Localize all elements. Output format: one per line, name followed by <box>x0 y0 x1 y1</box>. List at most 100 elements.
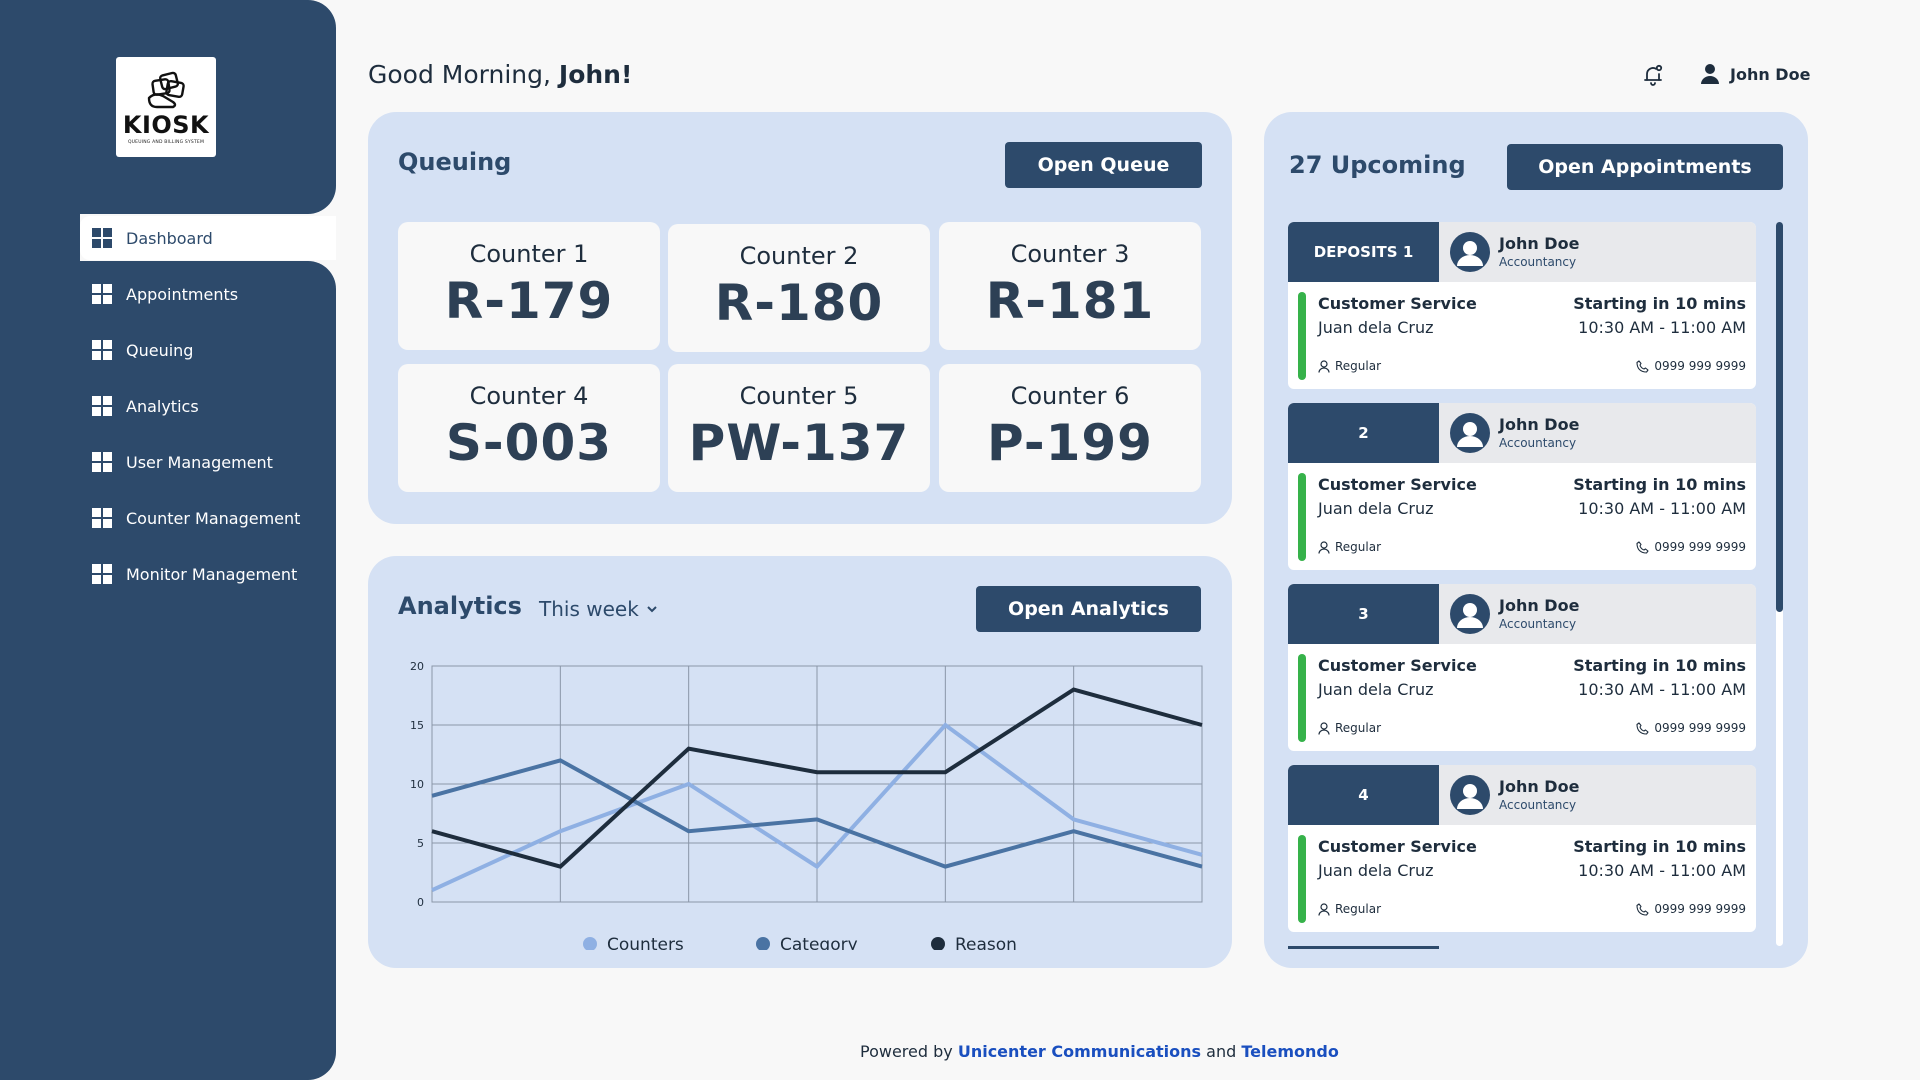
counter-name: Counter 4 <box>469 382 589 410</box>
appointment-client: Juan dela Cruz <box>1318 499 1434 518</box>
appointment-client: Juan dela Cruz <box>1318 861 1434 880</box>
appointment-type: Regular <box>1318 359 1381 373</box>
appointment-time: 10:30 AM - 11:00 AM <box>1578 318 1746 337</box>
counter-ticket: R-180 <box>714 274 884 332</box>
avatar <box>1450 594 1490 634</box>
y-tick-label: 15 <box>410 719 424 732</box>
appointment-card[interactable]: 2 John Doe Accountancy Customer Service Juan… <box>1288 403 1756 570</box>
user-icon <box>1701 64 1719 84</box>
sidebar-item-label: Appointments <box>126 284 239 304</box>
appointment-start: Starting in 10 mins <box>1573 656 1746 675</box>
open-analytics-button[interactable]: Open Analytics <box>976 586 1201 632</box>
appointment-phone: 0999 999 9999 <box>1636 902 1746 916</box>
appointment-phone: 0999 999 9999 <box>1636 540 1746 554</box>
avatar <box>1450 413 1490 453</box>
status-bar <box>1298 835 1306 923</box>
analytics-title: Analytics <box>398 592 522 620</box>
appointment-badge: 4 <box>1288 765 1439 825</box>
telemondo-link[interactable]: Telemondo <box>1241 1042 1338 1061</box>
sidebar-item-label: User Management <box>126 452 273 472</box>
open-queue-button[interactable]: Open Queue <box>1005 142 1202 188</box>
dashboard-icon <box>92 228 112 248</box>
sidebar-item-analytics[interactable]: Analytics <box>80 384 336 428</box>
person-outline-icon <box>1318 540 1330 554</box>
dashboard-icon <box>92 340 112 360</box>
appointment-staff-name: John Doe <box>1499 596 1580 615</box>
kiosk-logo[interactable]: KIOSK QUEUING AND BILLING SYSTEM <box>116 57 216 157</box>
sidebar-item-appointments[interactable]: Appointments <box>80 272 336 316</box>
appointment-client: Juan dela Cruz <box>1318 318 1434 337</box>
person-outline-icon <box>1318 721 1330 735</box>
chevron-down-icon <box>647 605 657 612</box>
counter-name: Counter 6 <box>1010 382 1130 410</box>
counter-name: Counter 1 <box>469 240 589 268</box>
counter-card[interactable]: Counter 6 P-199 <box>939 364 1201 492</box>
scrollbar-thumb[interactable] <box>1776 222 1783 612</box>
appointment-department: Accountancy <box>1499 255 1577 269</box>
counter-card[interactable]: Counter 2 R-180 <box>668 224 930 352</box>
appointment-phone-number: 0999 999 9999 <box>1654 721 1746 735</box>
appointment-department: Accountancy <box>1499 436 1577 450</box>
appointment-type-label: Regular <box>1335 359 1382 373</box>
appointment-service: Customer Service <box>1318 294 1477 313</box>
counter-ticket: PW-137 <box>688 414 910 472</box>
counter-ticket: R-181 <box>985 272 1155 330</box>
appointment-type-label: Regular <box>1335 721 1382 735</box>
appointment-start: Starting in 10 mins <box>1573 837 1746 856</box>
sidebar-item-label: Counter Management <box>126 508 301 528</box>
appointment-type-label: Regular <box>1335 902 1382 916</box>
dashboard-icon <box>92 564 112 584</box>
sidebar-item-queuing[interactable]: Queuing <box>80 328 336 372</box>
range-select[interactable]: This week <box>539 597 657 621</box>
appointment-start: Starting in 10 mins <box>1573 475 1746 494</box>
appointment-type-label: Regular <box>1335 540 1382 554</box>
open-appointments-button[interactable]: Open Appointments <box>1507 144 1783 190</box>
greeting-name: John! <box>558 60 633 89</box>
appointment-badge: DEPOSITS 1 <box>1288 222 1439 282</box>
appointment-time: 10:30 AM - 11:00 AM <box>1578 680 1746 699</box>
y-tick-label: 0 <box>417 896 424 909</box>
appointment-card[interactable]: 3 John Doe Accountancy Customer Service Juan… <box>1288 584 1756 751</box>
counter-card[interactable]: Counter 5 PW-137 <box>668 364 930 492</box>
user-menu[interactable]: John Doe <box>1700 63 1810 85</box>
counter-card[interactable]: Counter 1 R-179 <box>398 222 660 350</box>
legend-marker <box>931 937 945 950</box>
phone-icon <box>1636 721 1649 735</box>
sidebar-item-user-management[interactable]: User Management <box>80 440 336 484</box>
phone-icon <box>1636 359 1649 373</box>
appointment-card[interactable]: 4 John Doe Accountancy Customer Service Juan… <box>1288 765 1756 932</box>
sidebar-item-dashboard[interactable]: Dashboard <box>80 216 336 260</box>
person-outline-icon <box>1318 359 1330 373</box>
sidebar-item-monitor-management[interactable]: Monitor Management <box>80 552 336 596</box>
appointment-phone-number: 0999 999 9999 <box>1654 540 1746 554</box>
phone-icon <box>1636 902 1649 916</box>
unicenter-link[interactable]: Unicenter Communications <box>958 1042 1201 1061</box>
appointment-department: Accountancy <box>1499 617 1577 631</box>
appointment-client: Juan dela Cruz <box>1318 680 1434 699</box>
counter-card[interactable]: Counter 3 R-181 <box>939 222 1201 350</box>
appointment-type: Regular <box>1318 721 1381 735</box>
appointment-phone-number: 0999 999 9999 <box>1654 902 1746 916</box>
next-appointment-peek <box>1288 946 1439 949</box>
counter-name: Counter 3 <box>1010 240 1130 268</box>
sidebar-item-counter-management[interactable]: Counter Management <box>80 496 336 540</box>
sidebar-item-label: Analytics <box>126 396 199 416</box>
user-name: John Doe <box>1730 64 1811 84</box>
appointment-time: 10:30 AM - 11:00 AM <box>1578 861 1746 880</box>
appointment-phone-number: 0999 999 9999 <box>1654 359 1746 373</box>
appointment-service: Customer Service <box>1318 837 1477 856</box>
counter-card[interactable]: Counter 4 S-003 <box>398 364 660 492</box>
appointment-phone: 0999 999 9999 <box>1636 721 1746 735</box>
appointment-type: Regular <box>1318 902 1381 916</box>
appointment-card[interactable]: DEPOSITS 1 John Doe Accountancy Customer Se… <box>1288 222 1756 389</box>
footer-and: and <box>1206 1042 1237 1061</box>
avatar <box>1450 232 1490 272</box>
y-tick-label: 5 <box>417 837 424 850</box>
appointment-service: Customer Service <box>1318 475 1477 494</box>
y-tick-label: 10 <box>410 778 424 791</box>
dashboard-icon <box>92 284 112 304</box>
dashboard-icon <box>92 396 112 416</box>
appointment-service: Customer Service <box>1318 656 1477 675</box>
counter-ticket: S-003 <box>445 414 613 472</box>
notification-bell-icon[interactable] <box>1641 63 1665 87</box>
